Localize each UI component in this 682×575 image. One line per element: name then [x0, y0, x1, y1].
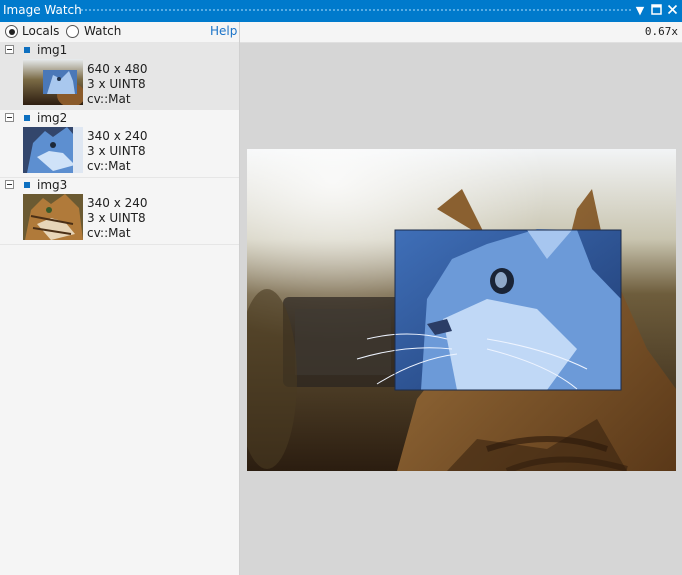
list-item-img1[interactable]: img1 640 x 480 3 x UINT8 cv::Mat — [0, 42, 239, 110]
image-list-panel: img1 640 x 480 3 x UINT8 cv::Mat img2 34… — [0, 42, 240, 575]
collapse-icon[interactable] — [5, 180, 14, 189]
image-size: 340 x 240 — [87, 129, 148, 143]
image-format: 3 x UINT8 — [87, 211, 146, 225]
image-name: img1 — [37, 43, 68, 57]
help-link[interactable]: Help — [210, 24, 237, 38]
image-format: 3 x UINT8 — [87, 77, 146, 91]
thumbnail-img1[interactable] — [23, 59, 83, 105]
thumbnail-img3[interactable] — [23, 194, 83, 240]
watch-radio[interactable] — [66, 25, 79, 38]
window-title: Image Watch — [3, 3, 82, 17]
image-size: 340 x 240 — [87, 196, 148, 210]
image-type: cv::Mat — [87, 92, 131, 106]
image-marker-icon — [24, 47, 30, 53]
locals-label[interactable]: Locals — [22, 24, 59, 38]
image-marker-icon — [24, 115, 30, 121]
thumbnail-img2[interactable] — [23, 127, 83, 173]
maximize-icon[interactable] — [650, 4, 662, 17]
collapse-icon[interactable] — [5, 113, 14, 122]
list-item-img3[interactable]: img3 340 x 240 3 x UINT8 cv::Mat — [0, 177, 239, 245]
locals-radio[interactable] — [5, 25, 18, 38]
image-info: 340 x 240 3 x UINT8 cv::Mat — [87, 129, 148, 174]
toolbar-divider — [239, 22, 240, 42]
image-info: 340 x 240 3 x UINT8 cv::Mat — [87, 196, 148, 241]
list-item-img2[interactable]: img2 340 x 240 3 x UINT8 cv::Mat — [0, 110, 239, 178]
image-name: img3 — [37, 178, 68, 192]
image-format: 3 x UINT8 — [87, 144, 146, 158]
close-icon[interactable] — [666, 4, 678, 17]
image-name: img2 — [37, 111, 68, 125]
roi-overlay — [356, 229, 622, 391]
watch-label[interactable]: Watch — [84, 24, 121, 38]
dropdown-arrow-icon[interactable]: ▼ — [634, 4, 646, 17]
drag-grip[interactable] — [80, 8, 632, 13]
image-marker-icon — [24, 182, 30, 188]
image-viewer-canvas[interactable] — [247, 149, 676, 471]
image-type: cv::Mat — [87, 226, 131, 240]
toolbar: Locals Watch Help 0.67x — [0, 22, 682, 43]
zoom-level: 0.67x — [644, 25, 678, 38]
collapse-icon[interactable] — [5, 45, 14, 54]
title-bar: Image Watch ▼ — [0, 0, 682, 22]
image-size: 640 x 480 — [87, 62, 148, 76]
image-info: 640 x 480 3 x UINT8 cv::Mat — [87, 62, 148, 107]
image-type: cv::Mat — [87, 159, 131, 173]
